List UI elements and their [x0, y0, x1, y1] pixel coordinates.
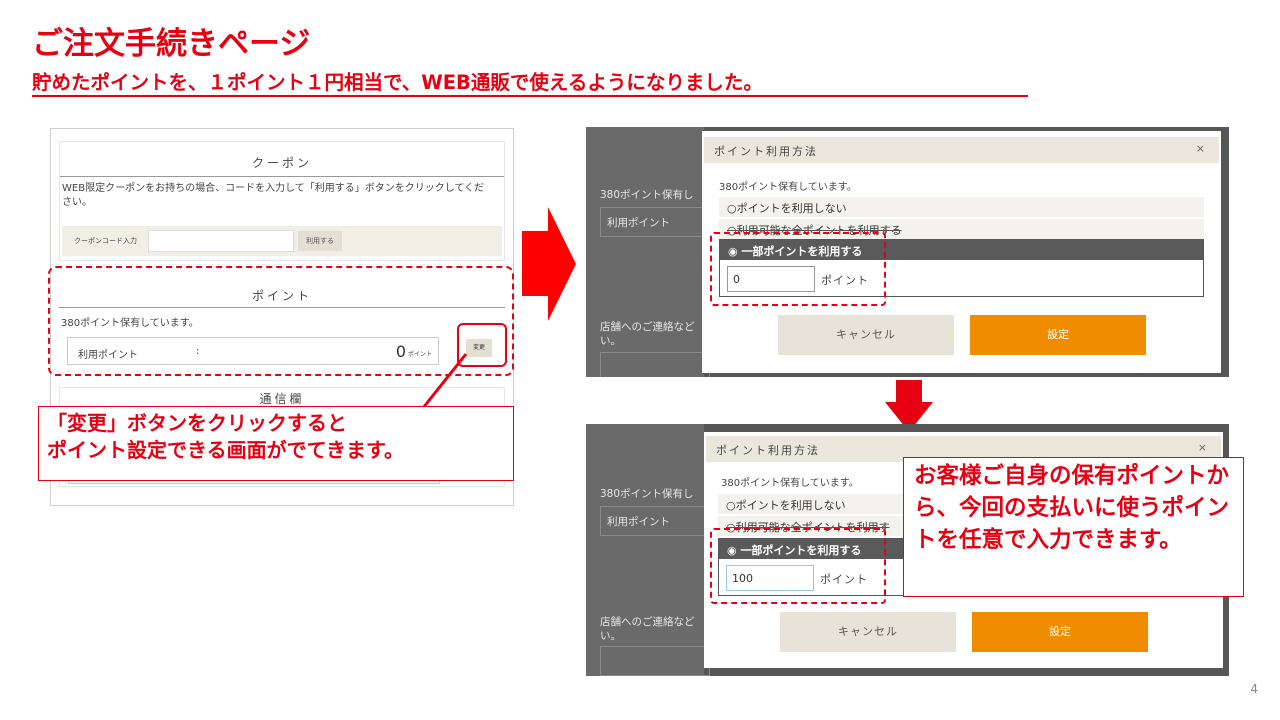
- points-highlight-box: [48, 266, 514, 376]
- modal-title: ポイント利用方法: [716, 444, 820, 457]
- background-field-label: 利用ポイント: [607, 217, 670, 229]
- coupon-code-label: クーポンコード入力: [74, 237, 137, 245]
- background-textarea: [600, 646, 710, 676]
- close-icon[interactable]: ×: [1196, 142, 1205, 155]
- background-held-text: 380ポイント保有し: [600, 189, 694, 201]
- modal-title: ポイント利用方法: [714, 145, 818, 158]
- background-contact-2: い。: [600, 630, 621, 642]
- background-field: 利用ポイント: [600, 506, 710, 536]
- set-button[interactable]: 設定: [972, 612, 1148, 652]
- change-button-callout: 「変更」ボタンをクリックすると ポイント設定できる画面がでてきます。: [38, 406, 514, 481]
- background-textarea: [600, 352, 710, 377]
- subtitle-underline: [32, 95, 1028, 97]
- option-no-points-label: ポイントを利用しない: [736, 202, 847, 215]
- coupon-code-input[interactable]: [148, 230, 294, 252]
- modal-screenshot-before: 380ポイント保有し 利用ポイント 店舗へのご連絡など い。 ポイント利用方法 …: [586, 127, 1229, 377]
- modal-held-text: 380ポイント保有しています。: [721, 478, 859, 489]
- radio-icon: ○: [727, 202, 737, 215]
- coupon-heading-rule: [60, 176, 504, 177]
- radio-icon: ○: [726, 499, 736, 512]
- arrow-right-icon: [522, 207, 576, 321]
- coupon-heading: クーポン: [251, 156, 312, 170]
- option-no-points[interactable]: ○ポイントを利用しない: [719, 197, 1204, 217]
- slide-subtitle: 貯めたポイントを、１ポイント１円相当で、WEB通販で使えるようになりました。: [32, 71, 763, 94]
- modal-header: ポイント利用方法 ×: [704, 137, 1219, 163]
- background-page: 380ポイント保有し 利用ポイント 店舗へのご連絡など い。: [586, 424, 710, 676]
- background-page: 380ポイント保有し 利用ポイント 店舗へのご連絡など い。: [586, 127, 710, 377]
- option-no-points-label: ポイントを利用しない: [735, 499, 846, 512]
- change-callout-line-1: 「変更」ボタンをクリックすると: [47, 411, 347, 435]
- background-field: 利用ポイント: [600, 207, 710, 237]
- background-field-label: 利用ポイント: [607, 516, 670, 528]
- coupon-apply-button[interactable]: 利用する: [298, 231, 342, 251]
- background-contact-1: 店舗へのご連絡など: [600, 321, 695, 333]
- close-icon[interactable]: ×: [1198, 441, 1207, 454]
- cancel-button[interactable]: キャンセル: [780, 612, 956, 652]
- coupon-description-2: さい。: [62, 197, 92, 208]
- option-no-points[interactable]: ○ポイントを利用しない: [718, 494, 908, 514]
- background-held-text: 380ポイント保有し: [600, 488, 694, 500]
- background-contact-1: 店舗へのご連絡など: [600, 616, 695, 628]
- page-number: 4: [1250, 682, 1258, 696]
- coupon-section: クーポン WEB限定クーポンをお持ちの場合、コードを入力して「利用する」ボタンを…: [59, 141, 505, 261]
- set-button[interactable]: 設定: [970, 315, 1146, 355]
- message-heading: 通信欄: [259, 392, 305, 406]
- partial-option-highlight-1: [710, 232, 886, 306]
- cancel-button[interactable]: キャンセル: [778, 315, 954, 355]
- change-button-highlight: [457, 323, 507, 367]
- partial-option-highlight-2: [710, 528, 886, 604]
- input-callout: お客様ご自身の保有ポイントから、今回の支払いに使うポイントを任意で入力できます。: [903, 457, 1244, 597]
- change-callout-line-2: ポイント設定できる画面がでてきます。: [47, 438, 404, 462]
- background-contact-2: い。: [600, 335, 621, 347]
- coupon-input-row: クーポンコード入力 利用する: [62, 226, 502, 256]
- coupon-description-1: WEB限定クーポンをお持ちの場合、コードを入力して「利用する」ボタンをクリックし…: [62, 183, 485, 194]
- modal-held-text: 380ポイント保有しています。: [719, 182, 857, 193]
- slide-title: ご注文手続きページ: [32, 26, 311, 62]
